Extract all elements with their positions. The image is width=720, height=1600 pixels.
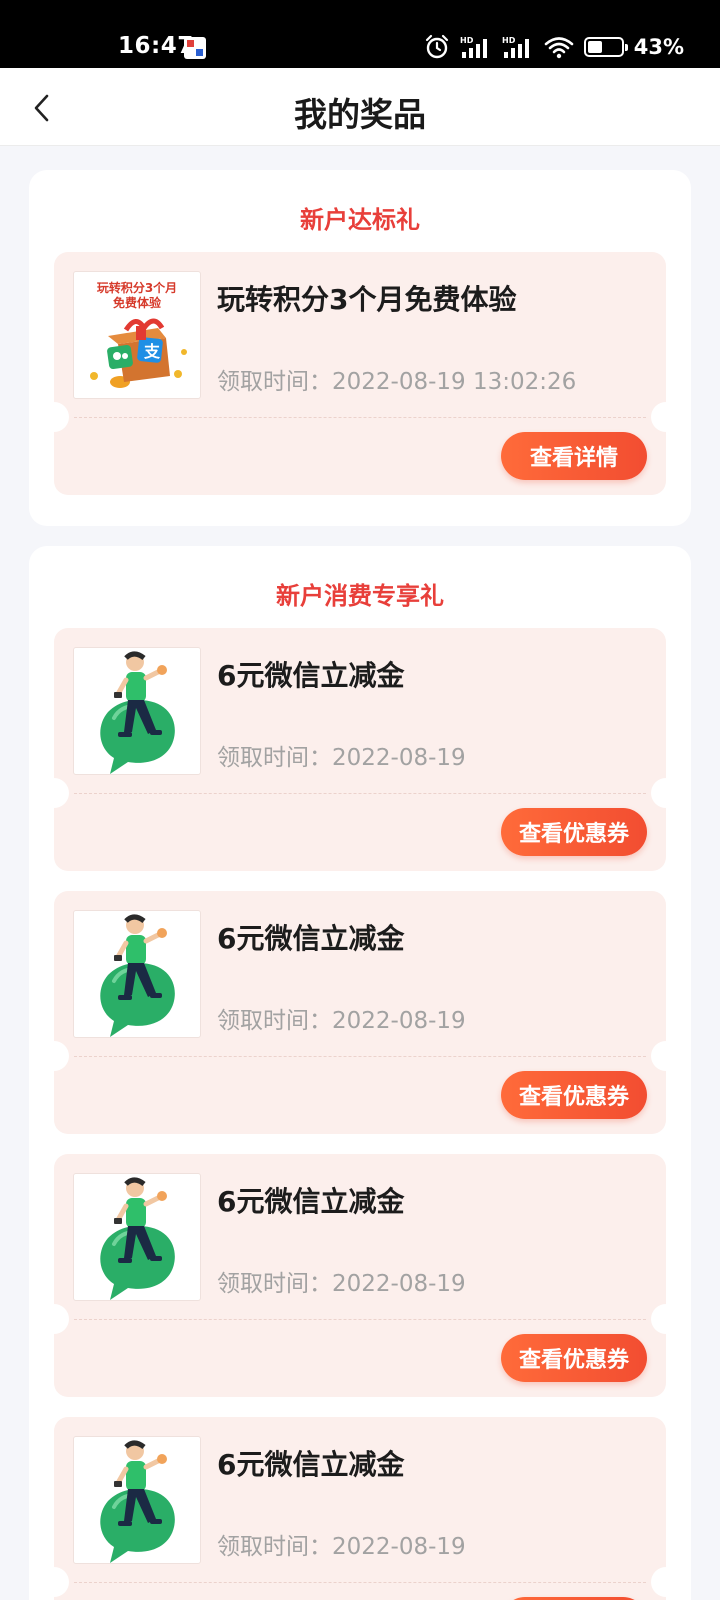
alarm-icon bbox=[425, 34, 448, 59]
claim-time-value: 2022-08-19 bbox=[332, 1534, 466, 1560]
nav-bar: 我的奖品 bbox=[0, 68, 720, 146]
prize-name: 玩转积分3个月免费体验 bbox=[217, 283, 517, 316]
page-title: 我的奖品 bbox=[294, 95, 426, 134]
prize-name: 6元微信立减金 bbox=[217, 1185, 405, 1218]
prize-thumbnail bbox=[73, 647, 201, 775]
prize-thumbnail bbox=[73, 1436, 201, 1564]
view-coupon-button[interactable]: 查看优惠券 bbox=[501, 808, 647, 856]
prize-thumbnail: 玩转积分3个月 免费体验 支 bbox=[73, 271, 201, 399]
wechat-person-icon bbox=[100, 1177, 175, 1300]
card-divider bbox=[74, 417, 646, 418]
battery-percent: 43% bbox=[633, 35, 684, 59]
status-bar: 16:47 HD HD 43% bbox=[0, 0, 720, 68]
wechat-person-icon bbox=[100, 651, 175, 774]
claim-time-line: 领取时间：2022-08-19 bbox=[217, 1527, 466, 1561]
section-new-user-spending-gift: 新户消费专享礼 6元微信立减金 领取时间：2022-08-19 查看优惠券 6元… bbox=[29, 546, 691, 1600]
battery-level bbox=[587, 41, 602, 53]
status-icons: HD HD 43% bbox=[424, 34, 684, 60]
view-coupon-button[interactable]: 查看优惠券 bbox=[501, 1071, 647, 1119]
prize-name: 6元微信立减金 bbox=[217, 659, 405, 692]
claim-time-label: 领取时间： bbox=[217, 1008, 332, 1034]
prize-card: 6元微信立减金 领取时间：2022-08-19 查看优惠券 bbox=[39, 1417, 681, 1600]
prize-thumbnail bbox=[73, 1173, 201, 1301]
signal-hd-icon: HD bbox=[502, 36, 529, 58]
prize-name: 6元微信立减金 bbox=[217, 1448, 405, 1481]
prize-card: 6元微信立减金 领取时间：2022-08-19 查看优惠券 bbox=[39, 1154, 681, 1397]
claim-time-value: 2022-08-19 13:02:26 bbox=[332, 369, 577, 395]
prize-card: 玩转积分3个月 免费体验 支 玩转积分3个月免费体验 领取时间：2022-08-… bbox=[39, 252, 681, 495]
card-divider bbox=[74, 1056, 646, 1057]
claim-time-label: 领取时间： bbox=[217, 369, 332, 395]
claim-time-line: 领取时间：2022-08-19 bbox=[217, 1264, 466, 1298]
prize-name: 6元微信立减金 bbox=[217, 922, 405, 955]
prize-thumbnail bbox=[73, 910, 201, 1038]
section-new-user-target-gift: 新户达标礼 玩转积分3个月 免费体验 支 玩转积分3个月免费体验 领取时间：20… bbox=[29, 170, 691, 526]
wifi-icon bbox=[544, 37, 574, 59]
status-time: 16:47 bbox=[118, 33, 194, 59]
claim-time-label: 领取时间： bbox=[217, 1271, 332, 1297]
claim-time-value: 2022-08-19 bbox=[332, 1271, 466, 1297]
wechat-person-icon bbox=[100, 1440, 175, 1563]
section-title: 新户达标礼 bbox=[300, 206, 420, 234]
svg-text:HD: HD bbox=[502, 36, 516, 45]
claim-time-line: 领取时间：2022-08-19 bbox=[217, 738, 466, 772]
svg-text:支: 支 bbox=[143, 342, 161, 361]
view-details-button[interactable]: 查看详情 bbox=[501, 432, 647, 480]
coupon-list: 6元微信立减金 领取时间：2022-08-19 查看优惠券 6元微信立减金 领取… bbox=[29, 628, 691, 1600]
signal-hd-icon: HD bbox=[460, 36, 487, 58]
claim-time-label: 领取时间： bbox=[217, 1534, 332, 1560]
app-notification-icon bbox=[184, 37, 206, 59]
view-coupon-button[interactable]: 查看优惠券 bbox=[501, 1334, 647, 1382]
claim-time-value: 2022-08-19 bbox=[332, 1008, 466, 1034]
claim-time-label: 领取时间： bbox=[217, 745, 332, 771]
card-divider bbox=[74, 1319, 646, 1320]
claim-time-value: 2022-08-19 bbox=[332, 745, 466, 771]
prize-card: 6元微信立减金 领取时间：2022-08-19 查看优惠券 bbox=[39, 628, 681, 871]
wechat-person-icon bbox=[100, 914, 175, 1037]
claim-time-line: 领取时间：2022-08-19 bbox=[217, 1001, 466, 1035]
card-divider bbox=[74, 793, 646, 794]
claim-time-line: 领取时间：2022-08-19 13:02:26 bbox=[217, 362, 576, 396]
section-title: 新户消费专享礼 bbox=[276, 582, 444, 610]
card-divider bbox=[74, 1582, 646, 1583]
svg-text:HD: HD bbox=[460, 36, 474, 45]
battery-icon bbox=[583, 37, 628, 57]
gift-box-icon: 支 bbox=[90, 318, 187, 388]
prize-card: 6元微信立减金 领取时间：2022-08-19 查看优惠券 bbox=[39, 891, 681, 1134]
